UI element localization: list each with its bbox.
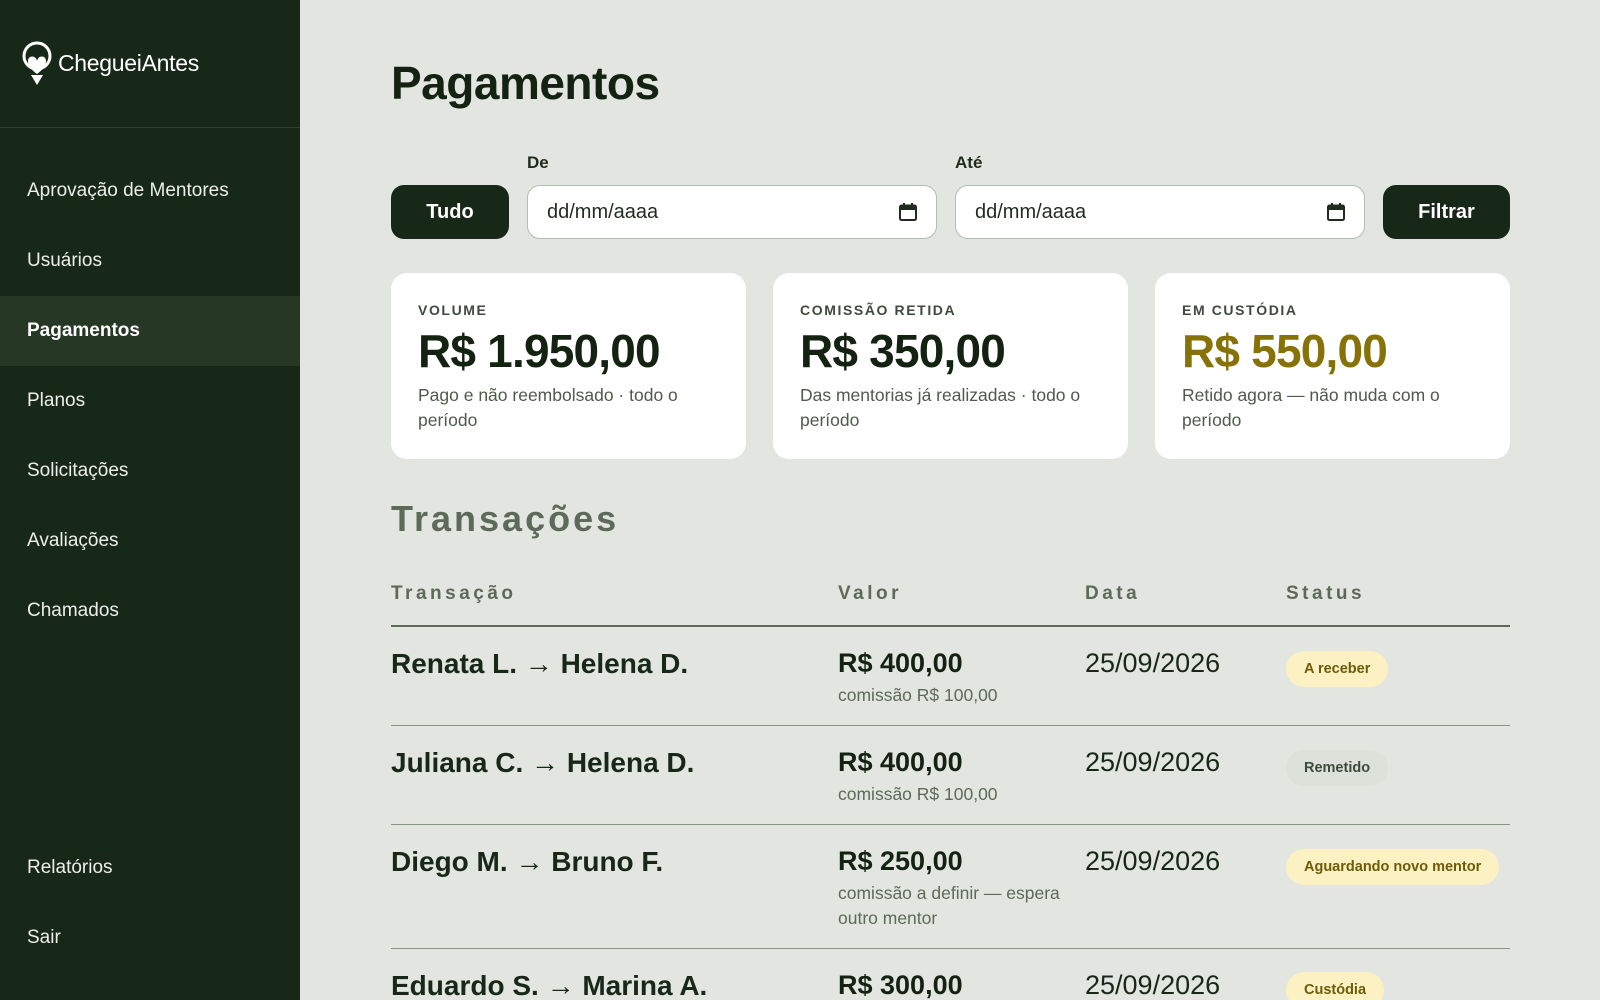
sidebar-item-aprovacao-mentores[interactable]: Aprovação de Mentores bbox=[0, 156, 300, 226]
brand-name: CheguеiAntes bbox=[58, 50, 199, 76]
status-badge: Remetido bbox=[1286, 750, 1389, 786]
card-value: R$ 350,00 bbox=[800, 325, 1006, 377]
card-label: VOLUME bbox=[418, 302, 488, 318]
sidebar-item-planos[interactable]: Planos bbox=[0, 366, 300, 436]
summary-card-volume: VOLUME R$ 1.950,00 Pago e não reembolsad… bbox=[391, 273, 746, 459]
column-header-value[interactable]: Valor bbox=[838, 583, 902, 605]
row-divider bbox=[391, 948, 1510, 949]
main-content: Pagamentos Tudo De dd/mm/aaaa Até dd/mm/… bbox=[391, 0, 1511, 1000]
sidebar-item-solicitacoes[interactable]: Solicitações bbox=[0, 436, 300, 506]
transaction-date: 25/09/2026 bbox=[1085, 747, 1221, 777]
sidebar-item-usuarios[interactable]: Usuários bbox=[0, 226, 300, 296]
column-header-status[interactable]: Status bbox=[1286, 583, 1365, 605]
transaction-parties: Eduardo S. → Marina A. bbox=[391, 970, 708, 1000]
card-description: Das mentorias já realizadas · todo o per… bbox=[800, 384, 1081, 430]
card-value: R$ 550,00 bbox=[1182, 325, 1388, 377]
column-header-date[interactable]: Data bbox=[1085, 583, 1140, 605]
transaction-parties: Diego M. → Bruno F. bbox=[391, 846, 664, 877]
to-date-placeholder: dd/mm/aaaa bbox=[975, 200, 1087, 223]
card-value: R$ 1.950,00 bbox=[418, 325, 661, 377]
transaction-value: R$ 300,00 bbox=[838, 970, 963, 1000]
transaction-date: 25/09/2026 bbox=[1085, 970, 1221, 1000]
sidebar-item-avaliacoes[interactable]: Avaliações bbox=[0, 506, 300, 576]
transaction-value: R$ 400,00 bbox=[838, 747, 963, 777]
summary-card-commission: COMISSÃO RETIDA R$ 350,00 Das mentorias … bbox=[773, 273, 1128, 459]
transaction-date: 25/09/2026 bbox=[1085, 846, 1221, 876]
sidebar: CheguеiAntes Aprovação de Mentores Usuár… bbox=[0, 0, 300, 1000]
transaction-value: R$ 400,00 bbox=[838, 648, 963, 678]
person-heart-icon bbox=[22, 41, 52, 85]
status-badge: Custódia bbox=[1286, 972, 1385, 1000]
summary-card-custody: EM CUSTÓDIA R$ 550,00 Retido agora — não… bbox=[1155, 273, 1510, 459]
status-badge: Aguardando novo mentor bbox=[1286, 849, 1500, 885]
transactions-title: Transações bbox=[391, 498, 620, 539]
to-date-input[interactable]: dd/mm/aaaa bbox=[955, 185, 1365, 239]
transaction-parties: Juliana C. → Helena D. bbox=[391, 747, 695, 778]
column-header-transaction[interactable]: Transação bbox=[391, 583, 517, 605]
calendar-icon[interactable] bbox=[898, 202, 918, 222]
sidebar-item-chamados[interactable]: Chamados bbox=[0, 576, 300, 646]
sidebar-item-sair[interactable]: Sair bbox=[0, 903, 300, 973]
card-label: EM CUSTÓDIA bbox=[1182, 302, 1298, 318]
status-badge: A receber bbox=[1286, 651, 1389, 687]
from-date-input[interactable]: dd/mm/aaaa bbox=[527, 185, 937, 239]
row-divider bbox=[391, 824, 1510, 825]
transaction-date: 25/09/2026 bbox=[1085, 648, 1221, 678]
sidebar-item-relatorios[interactable]: Relatórios bbox=[0, 833, 300, 903]
calendar-icon[interactable] bbox=[1326, 202, 1346, 222]
filter-button[interactable]: Filtrar bbox=[1383, 185, 1510, 239]
transaction-commission: comissão a definir — espera outro mentor bbox=[838, 883, 1060, 928]
transaction-commission: comissão R$ 100,00 bbox=[838, 784, 998, 804]
from-date-label: De bbox=[527, 153, 549, 172]
sidebar-item-pagamentos[interactable]: Pagamentos bbox=[0, 296, 300, 366]
transaction-commission: comissão R$ 100,00 bbox=[838, 685, 998, 705]
transaction-value: R$ 250,00 bbox=[838, 846, 963, 876]
brand[interactable]: CheguеiAntes bbox=[0, 0, 300, 128]
card-description: Retido agora — não muda com o período bbox=[1182, 384, 1440, 430]
card-description: Pago e não reembolsado · todo o período bbox=[418, 384, 678, 430]
row-divider bbox=[391, 725, 1510, 726]
card-label: COMISSÃO RETIDA bbox=[800, 302, 957, 318]
table-header-divider bbox=[391, 625, 1510, 627]
all-period-button[interactable]: Tudo bbox=[391, 185, 509, 239]
page-title: Pagamentos bbox=[391, 57, 660, 109]
transaction-parties: Renata L. → Helena D. bbox=[391, 648, 689, 679]
to-date-label: Até bbox=[955, 153, 983, 172]
from-date-placeholder: dd/mm/aaaa bbox=[547, 200, 659, 223]
